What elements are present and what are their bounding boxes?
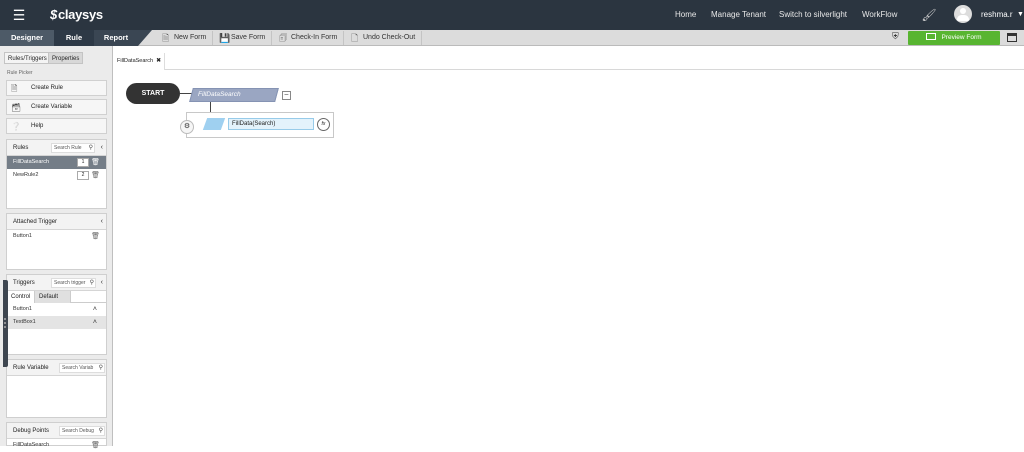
help-button[interactable]: ❔ Help — [6, 118, 107, 134]
nav-switch-silverlight[interactable]: Switch to silverlight — [779, 0, 847, 30]
rule-item[interactable]: FillDataSearch 1 🗑 — [7, 156, 106, 169]
search-trigger-input[interactable]: Search trigger ⚲ — [51, 278, 96, 288]
undo-check-out-icon: 🗋 — [351, 33, 359, 43]
chevron-down-icon[interactable]: ▼ — [1017, 0, 1024, 30]
action-field[interactable]: FillData(Search) — [228, 118, 314, 130]
save-icon: 💾 — [219, 33, 231, 43]
debug-points-section: Debug Points Search Debug ⚲ FillDataSearc… — [6, 422, 107, 449]
tab-rules-triggers[interactable]: Rules/Triggers — [4, 52, 51, 64]
create-variable-icon: 🗃 — [11, 103, 22, 112]
create-variable-button[interactable]: 🗃 Create Variable — [6, 99, 107, 115]
search-rule-input[interactable]: Search Rule ⚲ — [51, 143, 95, 153]
new-form-button[interactable]: 🗎 New Form — [161, 31, 214, 45]
rule-item[interactable]: NewRule2 2 🗑 — [7, 169, 106, 182]
trash-icon[interactable]: 🗑 — [91, 169, 100, 182]
editor-tab-strip: FillDataSearch ✖ — [114, 52, 1024, 70]
create-rule-icon: 🗎 — [11, 84, 18, 93]
triggers-title: Triggers — [13, 280, 35, 286]
chevron-up-icon[interactable]: ˄ — [93, 303, 97, 316]
panel-resize-handle[interactable] — [3, 280, 8, 367]
save-form-button[interactable]: 💾 Save Form — [218, 31, 273, 45]
trigger-tabs: Control Default — [7, 291, 106, 303]
search-variable-input[interactable]: Search Variab ⚲ — [59, 363, 105, 373]
trash-icon[interactable]: 🗑 — [91, 230, 100, 243]
left-panel: Rules/Triggers Properties Rule Picker 🗎 C… — [0, 46, 113, 449]
help-icon: ❔ — [11, 122, 21, 131]
close-icon[interactable]: ✖ — [156, 58, 161, 64]
toolbar: Designer Rule Report 🗎 New Form 💾 Save For… — [0, 30, 1024, 46]
preview-icon — [926, 32, 937, 40]
top-bar: ☰ $claysys Home Manage Tenant Switch to … — [0, 0, 1024, 30]
rules-header: Rules Search Rule ⚲ ‹ — [7, 140, 106, 156]
action-node[interactable]: ⚙ FillData(Search) fx — [180, 112, 334, 138]
rule-variable-section: Rule Variable Search Variab ⚲ — [6, 359, 107, 418]
nav-home[interactable]: Home — [675, 0, 696, 30]
collapse-button[interactable]: – — [282, 91, 291, 100]
tab-control[interactable]: Control — [7, 291, 36, 303]
undo-check-out-button[interactable]: 🗋 Undo Check-Out — [350, 31, 423, 45]
hamburger-menu-icon[interactable]: ☰ — [8, 6, 30, 24]
rule-variable-header: Rule Variable Search Variab ⚲ — [7, 360, 106, 376]
trigger-item[interactable]: TextBox1 ˄ — [7, 316, 106, 329]
search-icon: ⚲ — [98, 428, 103, 434]
tab-properties[interactable]: Properties — [48, 52, 84, 64]
preview-form-button[interactable]: Preview Form — [908, 31, 1000, 45]
chevron-up-icon[interactable]: ˄ — [93, 316, 97, 329]
rule-name-node[interactable]: FillDataSearch — [189, 88, 279, 102]
function-icon[interactable]: fx — [317, 118, 330, 131]
report-tab-arrow — [138, 30, 152, 46]
rule-variable-title: Rule Variable — [13, 365, 49, 371]
triggers-header: Triggers Search trigger ⚲ ‹ — [7, 275, 106, 291]
create-rule-button[interactable]: 🗎 Create Rule — [6, 80, 107, 96]
triggers-section: Triggers Search trigger ⚲ ‹ Control Defau… — [6, 274, 107, 355]
search-icon: ⚲ — [89, 280, 94, 286]
chevron-left-icon[interactable]: ‹ — [101, 140, 103, 156]
paintbrush-icon[interactable]: 🖌 — [916, 6, 942, 24]
window-icon[interactable] — [1007, 33, 1017, 42]
debug-points-title: Debug Points — [13, 428, 50, 434]
rule-count-badge: 1 — [77, 158, 89, 167]
attached-trigger-header: Attached Trigger ‹ — [7, 214, 106, 230]
debug-points-header: Debug Points Search Debug ⚲ — [7, 423, 106, 439]
tab-rule[interactable]: Rule — [54, 30, 94, 46]
rules-section: Rules Search Rule ⚲ ‹ FillDataSearch 1 🗑 Ne… — [6, 139, 107, 209]
app-logo[interactable]: $claysys — [50, 7, 103, 22]
nav-workflow[interactable]: WorkFlow — [862, 0, 897, 30]
tab-designer[interactable]: Designer — [0, 30, 54, 46]
search-debug-input[interactable]: Search Debug ⚲ — [59, 426, 105, 436]
action-shape — [202, 118, 226, 130]
tab-filldatasearch[interactable]: FillDataSearch ✖ — [114, 53, 166, 70]
new-form-icon: 🗎 — [162, 33, 170, 43]
tab-report[interactable]: Report — [94, 30, 138, 46]
chevron-left-icon[interactable]: ‹ — [101, 214, 103, 230]
trash-icon[interactable]: 🗑 — [91, 156, 100, 169]
user-name[interactable]: reshma.r — [981, 0, 1013, 30]
search-icon: ⚲ — [98, 365, 103, 371]
chevron-left-icon[interactable]: ‹ — [101, 275, 103, 291]
shield-icon[interactable]: ⛨ — [892, 31, 899, 42]
user-avatar[interactable] — [954, 5, 972, 23]
nav-manage-tenant[interactable]: Manage Tenant — [711, 0, 766, 30]
tab-default[interactable]: Default — [35, 291, 71, 303]
start-node[interactable]: START — [126, 83, 180, 104]
check-in-form-button[interactable]: 🗊 Check-In Form — [278, 31, 345, 45]
trigger-item[interactable]: Button1 ˄ — [7, 303, 106, 316]
action-settings-icon[interactable]: ⚙ — [180, 120, 194, 134]
check-in-icon: 🗊 — [279, 33, 288, 43]
attached-trigger-section: Attached Trigger ‹ Button1 🗑 — [6, 213, 107, 270]
attached-trigger-title: Attached Trigger — [13, 219, 58, 225]
search-icon: ⚲ — [88, 145, 93, 151]
rule-picker-label: Rule Picker — [7, 70, 33, 76]
rules-title: Rules — [13, 145, 29, 151]
rule-count-badge: 2 — [77, 171, 89, 180]
attached-trigger-item[interactable]: Button1 🗑 — [7, 230, 106, 243]
